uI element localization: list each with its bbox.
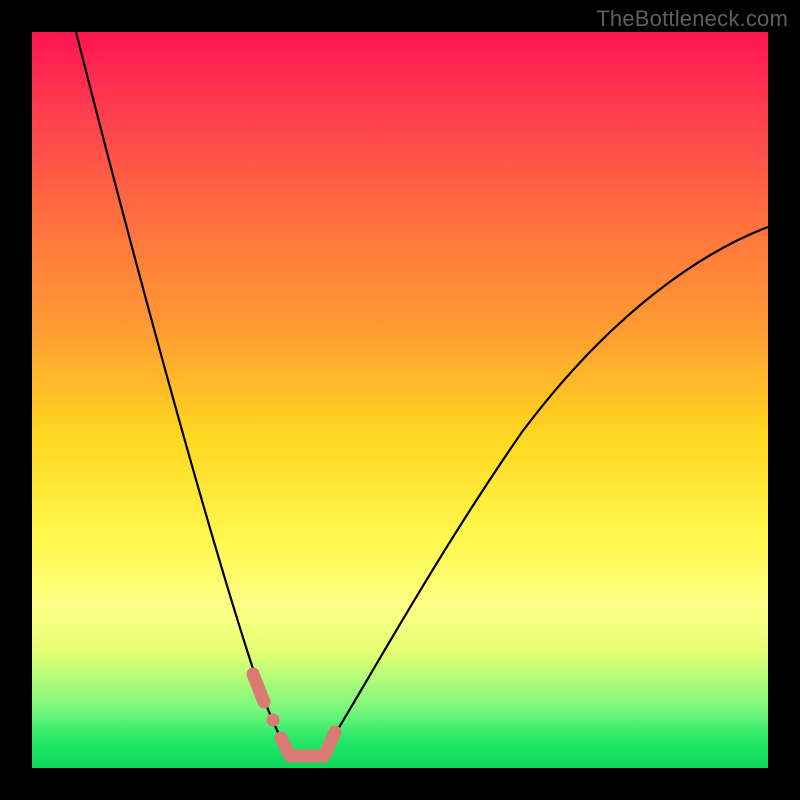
watermark-text: TheBottleneck.com	[596, 6, 788, 32]
marker-seg	[326, 732, 335, 752]
marker-seg	[253, 674, 264, 702]
right-curve	[324, 227, 768, 752]
marker-dot	[267, 714, 280, 727]
chart-frame: TheBottleneck.com	[0, 0, 800, 800]
curve-layer	[32, 32, 768, 768]
plot-area	[32, 32, 768, 768]
left-curve	[76, 32, 287, 750]
trough-marker-group	[253, 674, 335, 756]
marker-seg	[281, 738, 288, 752]
